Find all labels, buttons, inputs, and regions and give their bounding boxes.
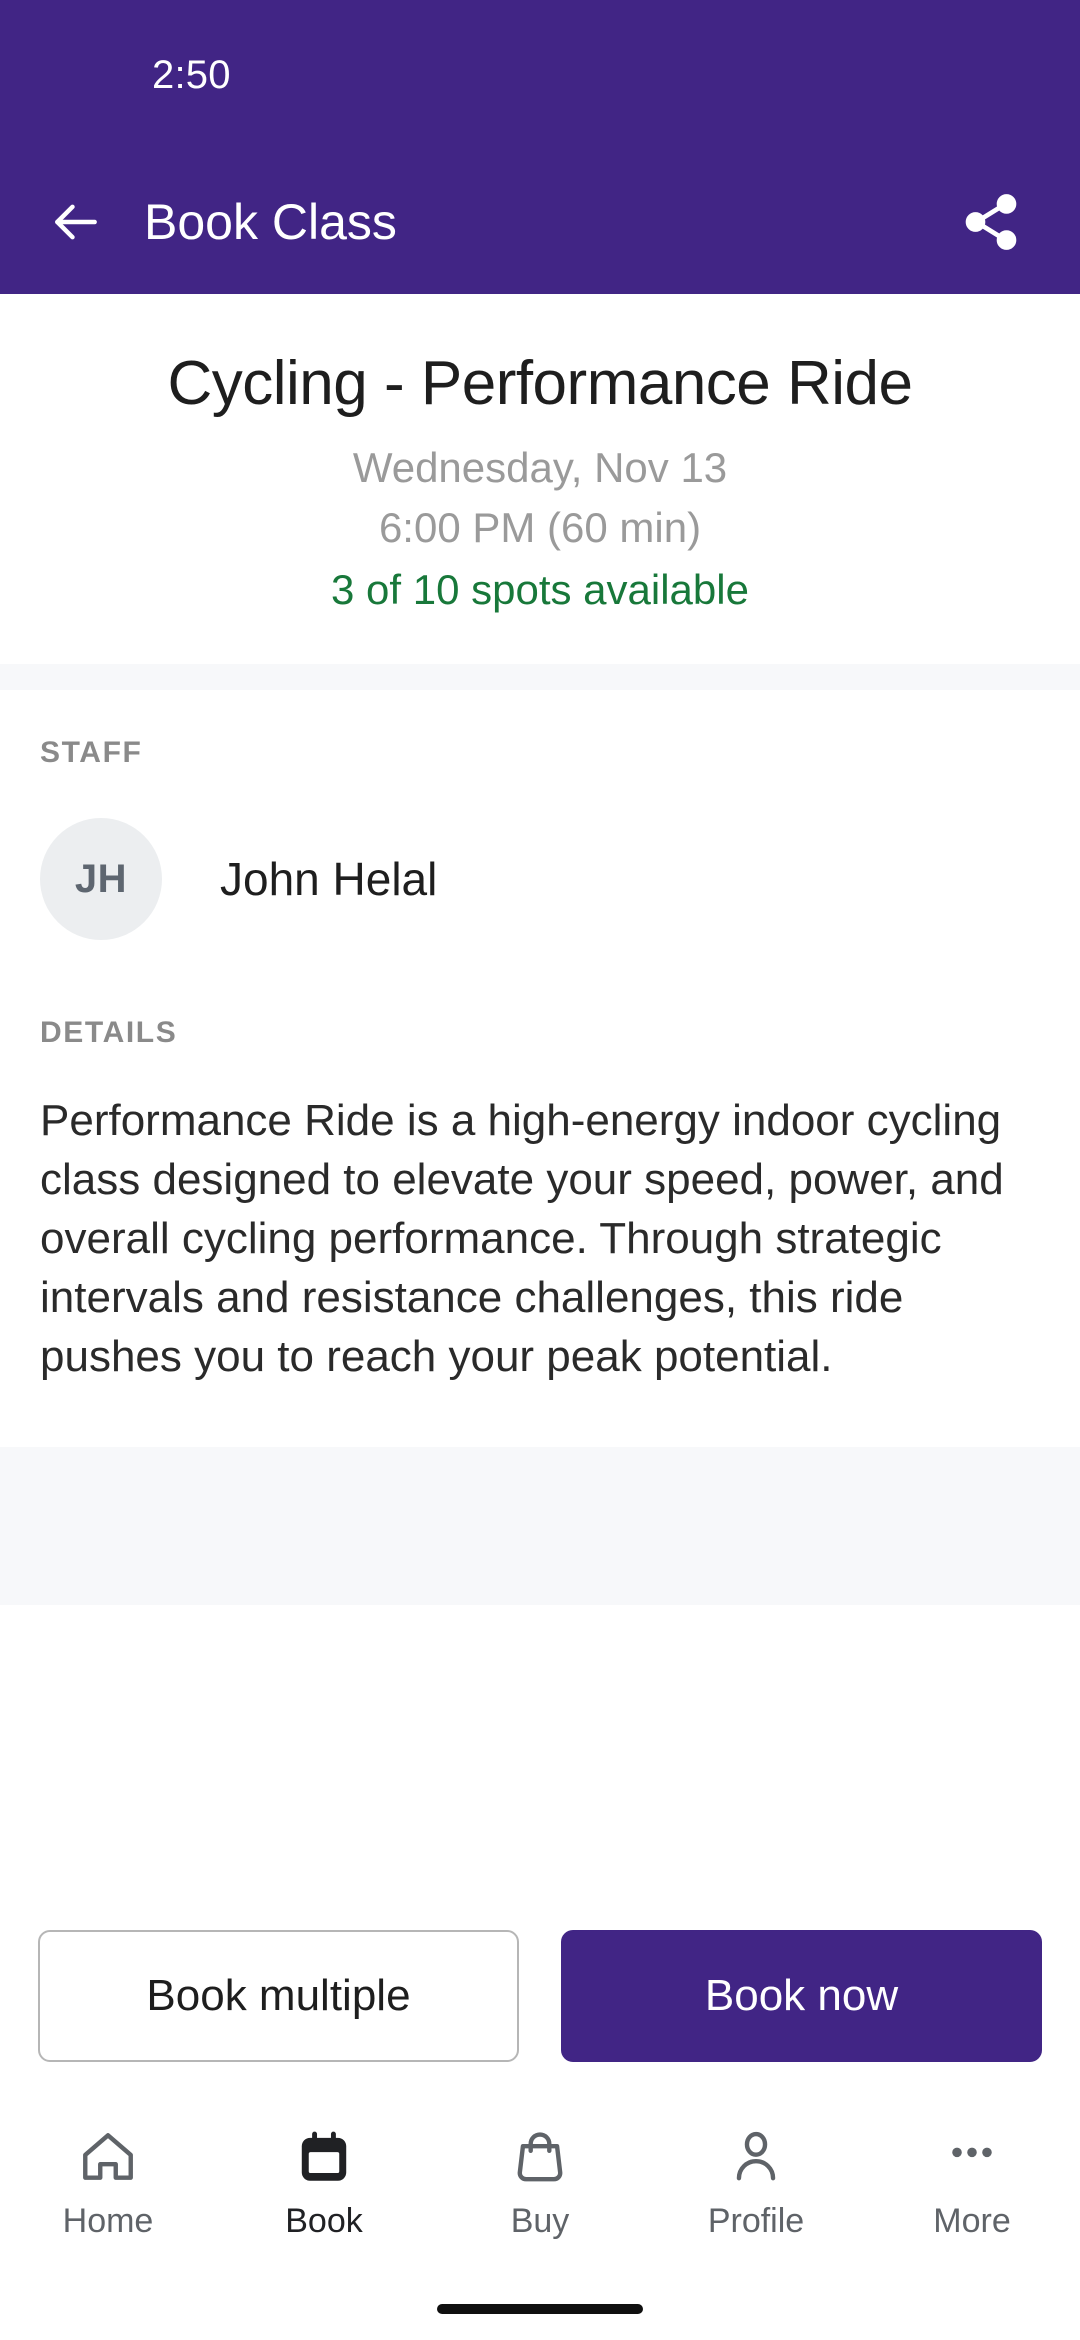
book-multiple-button[interactable]: Book multiple	[38, 1930, 519, 2062]
book-now-button[interactable]: Book now	[561, 1930, 1042, 2062]
nav-item-home[interactable]: Home	[0, 2118, 216, 2241]
home-gesture-pill[interactable]	[437, 2304, 643, 2314]
section-divider-bottom	[0, 1447, 1080, 1606]
calendar-icon	[293, 2118, 355, 2196]
home-icon	[77, 2118, 139, 2196]
nav-item-book[interactable]: Book	[216, 2118, 432, 2241]
status-bar: 2:50	[0, 0, 1080, 150]
class-title: Cycling - Performance Ride	[167, 349, 913, 418]
spots-available: 3 of 10 spots available	[331, 566, 749, 614]
nav-label-home: Home	[62, 2202, 154, 2240]
action-bar: Book multiple Book now	[0, 1888, 1080, 2102]
nav-label-profile: Profile	[707, 2202, 805, 2240]
share-icon[interactable]	[960, 191, 1022, 253]
nav-item-profile[interactable]: Profile	[648, 2118, 864, 2241]
nav-item-more[interactable]: More	[864, 2118, 1080, 2241]
section-divider-top	[0, 664, 1080, 691]
page-title: Book Class	[144, 194, 397, 250]
gesture-bar-area	[0, 2278, 1080, 2340]
bottom-navigation: Home Book Buy Profile More	[0, 2102, 1080, 2278]
staff-section-label: STAFF	[40, 736, 143, 770]
nav-item-buy[interactable]: Buy	[432, 2118, 648, 2241]
app-screen: 2:50 Book Class Cycling - Performance Ri…	[0, 0, 1080, 2340]
status-bar-clock: 2:50	[152, 52, 231, 97]
details-section-label: DETAILS	[40, 1016, 178, 1050]
class-summary: Cycling - Performance Ride Wednesday, No…	[0, 294, 1080, 665]
staff-name: John Helal	[220, 853, 438, 906]
class-info-card: STAFF JH John Helal DETAILS Performance …	[0, 690, 1080, 1448]
app-bar: Book Class	[0, 150, 1080, 294]
avatar: JH	[40, 818, 162, 941]
class-time: 6:00 PM (60 min)	[378, 504, 702, 552]
shopping-bag-icon	[509, 2118, 571, 2196]
main-content: Cycling - Performance Ride Wednesday, No…	[0, 294, 1080, 1888]
details-description: Performance Ride is a high-energy indoor…	[40, 1096, 1004, 1382]
person-icon	[725, 2118, 787, 2196]
ellipsis-icon	[941, 2118, 1003, 2196]
arrow-left-icon[interactable]	[48, 194, 104, 250]
class-date: Wednesday, Nov 13	[352, 444, 728, 492]
avatar-initials: JH	[74, 856, 128, 901]
nav-label-book: Book	[285, 2202, 363, 2240]
staff-row[interactable]: JH John Helal	[40, 818, 1040, 941]
nav-label-buy: Buy	[510, 2202, 570, 2240]
nav-label-more: More	[933, 2202, 1011, 2240]
